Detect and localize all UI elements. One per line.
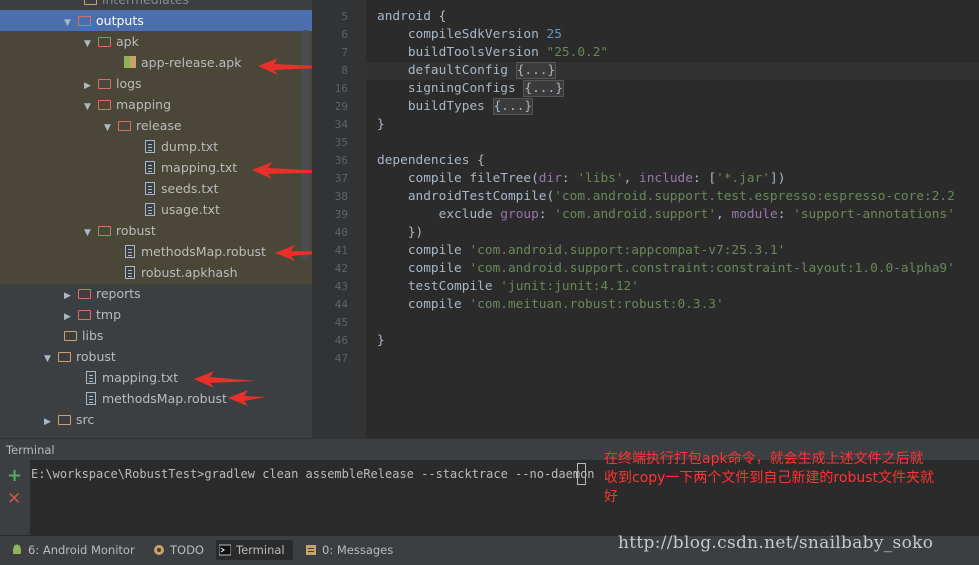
terminal-cursor — [577, 463, 586, 485]
line-number: 47 — [334, 352, 348, 365]
line-number: 34 — [334, 118, 348, 131]
android-icon — [13, 544, 21, 554]
code-line: }) — [377, 225, 424, 240]
arrow-robust-methodsmap — [228, 390, 266, 406]
line-number: 38 — [334, 190, 348, 203]
annotation-note: 在终端执行打包apk命令，就会生成上述文件之后就收到copy一下两个文件到自己新… — [604, 451, 934, 505]
code-line: exclude group: 'com.android.support', mo… — [377, 207, 955, 222]
new-session-icon[interactable]: + — [7, 465, 22, 486]
tab-label: Terminal — [236, 543, 285, 557]
code-line: dependencies { — [377, 153, 485, 168]
tab-label: TODO — [170, 543, 204, 557]
messages-icon — [306, 545, 316, 555]
line-number: 46 — [334, 334, 348, 347]
code-line: compile 'com.android.support.constraint:… — [377, 261, 955, 276]
messages-tab[interactable]: 0: Messages — [302, 540, 393, 560]
line-number: 37 — [334, 172, 348, 185]
terminal-command[interactable]: E:\workspace\RobustTest>gradlew clean as… — [31, 467, 595, 481]
code-line: compile 'com.meituan.robust:robust:0.3.3… — [377, 297, 724, 312]
terminal-icon — [219, 544, 231, 556]
code-line: androidTestCompile('com.android.support.… — [377, 189, 955, 204]
code-line: defaultConfig {...} — [377, 62, 557, 79]
code-line: android { — [377, 9, 447, 24]
line-number: 36 — [334, 154, 348, 167]
terminal-title: Terminal — [6, 443, 55, 457]
watermark: http://blog.csdn.net/snailbaby_soko — [618, 533, 934, 553]
line-number: 45 — [334, 316, 348, 329]
line-number: 5 — [341, 10, 348, 23]
line-number: 6 — [341, 28, 348, 41]
line-number: 39 — [334, 208, 348, 221]
line-number: 35 — [334, 136, 348, 149]
android-monitor-tab[interactable]: 6: Android Monitor — [8, 540, 135, 560]
code-line: buildToolsVersion "25.0.2" — [377, 45, 609, 60]
tab-label: 0: Messages — [322, 543, 394, 557]
code-editor[interactable]: android { compileSdkVersion 25 buildTool… — [366, 0, 979, 438]
todo-icon — [154, 545, 164, 555]
code-line: } — [377, 333, 385, 348]
code-line: } — [377, 117, 385, 132]
line-number: 43 — [334, 280, 348, 293]
line-number: 44 — [334, 298, 348, 311]
line-number: 29 — [334, 100, 348, 113]
terminal-toolstrip: + ✕ — [0, 460, 30, 535]
close-session-icon[interactable]: ✕ — [7, 489, 21, 509]
line-number: 40 — [334, 226, 348, 239]
code-line: compile 'com.android.support:appcompat-v… — [377, 243, 786, 258]
code-line: signingConfigs {...} — [377, 80, 564, 97]
code-line: compile fileTree(dir: 'libs', include: [… — [377, 171, 786, 186]
line-number: 41 — [334, 244, 348, 257]
tab-label: 6: Android Monitor — [28, 543, 135, 557]
editor-gutter: 5678+16+29+3435363738394041424344454647 — [312, 0, 375, 438]
line-number: 7 — [341, 46, 348, 59]
line-number: 42 — [334, 262, 348, 275]
arrow-robust-mapping — [194, 371, 256, 388]
line-number: 16 — [334, 82, 348, 95]
code-line: buildTypes {...} — [377, 98, 534, 115]
code-line: compileSdkVersion 25 — [377, 27, 562, 42]
todo-tab[interactable]: TODO — [150, 540, 204, 560]
code-line: testCompile 'junit:junit:4.12' — [377, 279, 639, 294]
line-number: 8 — [341, 64, 348, 77]
terminal-tab[interactable]: Terminal — [216, 540, 293, 560]
